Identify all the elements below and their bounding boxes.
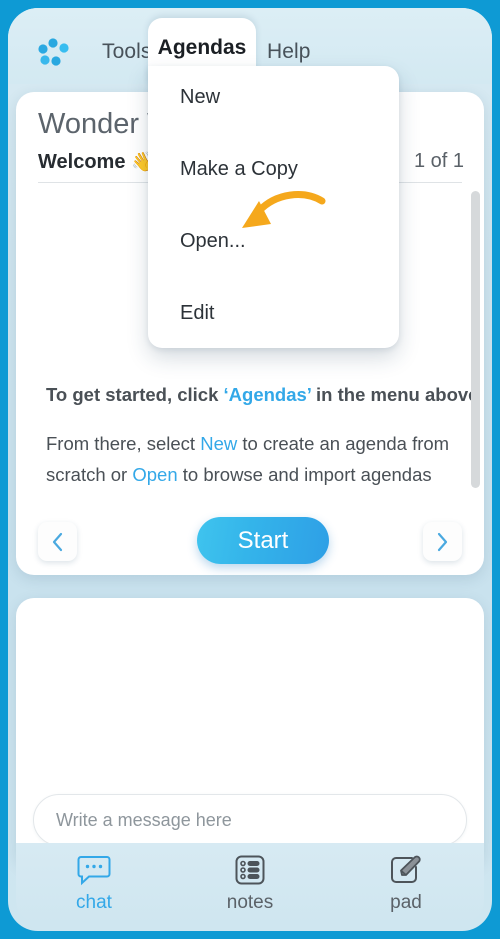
chevron-left-icon xyxy=(52,532,63,551)
list-notes-icon xyxy=(234,853,266,887)
menu-option-open[interactable]: Open... xyxy=(180,230,246,253)
next-slide-button[interactable] xyxy=(423,522,462,561)
tab-notes[interactable]: notes xyxy=(172,843,328,923)
menu-option-edit[interactable]: Edit xyxy=(180,302,214,325)
tab-chat[interactable]: chat xyxy=(16,843,172,923)
slide-name-text: Welcome xyxy=(38,151,126,173)
pencil-pad-icon xyxy=(389,853,423,887)
chat-message-input[interactable] xyxy=(33,794,467,846)
instruction-1-link[interactable]: ‘Agendas’ xyxy=(224,384,311,405)
tab-pad-label: pad xyxy=(390,891,422,913)
instruction-1-suffix: in the menu above xyxy=(310,384,479,405)
app-window: Tools Help Agendas New Make a Copy Open.… xyxy=(8,8,492,931)
chevron-right-icon xyxy=(437,532,448,551)
agendas-dropdown-menu: New Make a Copy Open... Edit xyxy=(148,66,399,348)
instruction-2-prefix: From there, select xyxy=(46,433,201,454)
tab-pad[interactable]: pad xyxy=(328,843,484,923)
chat-bubble-icon xyxy=(77,853,111,887)
slide-scrollbar-thumb[interactable] xyxy=(471,191,480,488)
bottom-tab-bar: chat notes pad xyxy=(16,843,484,923)
instruction-2-link-open[interactable]: Open xyxy=(132,464,177,485)
previous-slide-button[interactable] xyxy=(38,522,77,561)
instruction-line-2: From there, select New to create an agen… xyxy=(46,428,456,490)
instruction-1-prefix: To get started, click xyxy=(46,384,224,405)
tab-notes-label: notes xyxy=(226,891,274,913)
instruction-2-suffix: to browse and import agendas xyxy=(177,464,432,485)
instruction-line-1: To get started, click ‘Agendas’ in the m… xyxy=(46,384,478,406)
getting-started-instructions: To get started, click ‘Agendas’ in the m… xyxy=(46,384,478,490)
start-button[interactable]: Start xyxy=(197,517,329,564)
menu-option-make-a-copy[interactable]: Make a Copy xyxy=(180,158,298,181)
slide-counter: 1 of 1 xyxy=(413,150,464,172)
instruction-2-link-new[interactable]: New xyxy=(200,433,237,454)
dots-spinner-logo-icon xyxy=(38,38,69,66)
tab-chat-label: chat xyxy=(76,891,112,913)
menu-option-new[interactable]: New xyxy=(180,86,220,109)
chat-panel xyxy=(16,598,484,866)
app-logo[interactable] xyxy=(32,34,76,74)
slide-name: Welcome 👋 xyxy=(38,150,155,174)
